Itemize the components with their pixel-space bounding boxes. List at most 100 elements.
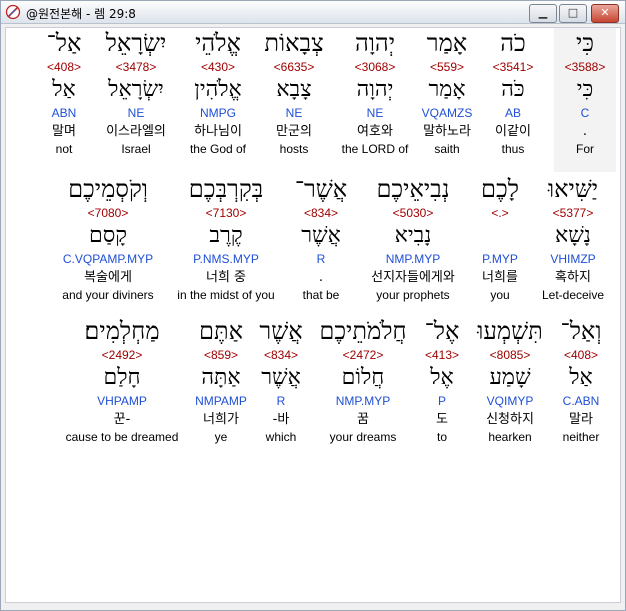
morph-code: NE — [285, 106, 303, 120]
korean-gloss: . — [582, 124, 588, 139]
hebrew-lemma: חָלַם — [103, 365, 141, 390]
english-gloss: the LORD of — [341, 142, 409, 156]
morph-code: C — [580, 106, 590, 120]
hebrew-word: אַל־ — [46, 29, 82, 57]
strong-number[interactable]: <7130> — [166, 204, 286, 222]
strong-number[interactable]: <413> — [410, 346, 474, 364]
strong-number[interactable]: <2472> — [310, 346, 416, 364]
strong-number[interactable]: <8085> — [472, 346, 548, 364]
hebrew-word: אֲשֶׁר־ — [294, 175, 348, 203]
hebrew-lemma: אַתָּה — [201, 365, 241, 390]
hebrew-lemma: אֱלֹהִין — [194, 77, 242, 102]
hebrew-lemma: קָסַם — [88, 223, 128, 248]
morph-code: VHPAMP — [97, 394, 147, 408]
korean-gloss: 너희가 — [203, 412, 239, 427]
strong-number[interactable]: <859> — [186, 346, 256, 364]
word-block-r1-1[interactable]: כִּי <3588> כִּי C . For — [554, 28, 616, 172]
hebrew-lemma: אֲשֶׁר — [261, 365, 301, 390]
morph-code: R — [316, 252, 326, 266]
english-gloss: to — [436, 430, 447, 444]
strong-number[interactable]: <3068> — [332, 58, 418, 76]
strong-number[interactable]: <430> — [178, 58, 258, 76]
hebrew-word: מַחְלְמִים׃ — [84, 317, 160, 345]
strong-number[interactable]: <834> — [248, 346, 314, 364]
title-bar[interactable]: @원전본해 - 렘 29:8 ▁ □ ✕ — [1, 1, 625, 24]
word-block-r2-6[interactable]: וְקֹסְמֵיכֶם <7080> קָסַם C.VQPAMP.MYP 복… — [52, 174, 164, 304]
strong-number[interactable]: <5377> — [530, 204, 616, 222]
korean-gloss: 복술에게 — [84, 270, 132, 285]
hebrew-lemma: אַל — [52, 77, 76, 102]
korean-gloss: 말며 — [52, 124, 76, 139]
morph-code: P — [437, 394, 446, 408]
strong-number[interactable]: <2492> — [58, 346, 186, 364]
english-gloss: the God of — [189, 142, 247, 156]
word-block-r3-1[interactable]: וְאַל־ <408> אַל C.ABN 말라 neither — [546, 316, 616, 446]
hebrew-lemma: כִּי — [576, 77, 594, 102]
english-gloss: your prophets — [376, 288, 450, 302]
minimize-button[interactable]: ▁ — [529, 4, 557, 23]
word-block-r3-6[interactable]: אַתֶּם <859> אַתָּה NMPAMP 너희가 ye — [186, 316, 256, 446]
word-block-r2-1[interactable]: יַשִּׁיאוּ <5377> נָשָׁא VHIMZP 혹하지 Let-… — [530, 174, 616, 304]
word-block-r1-3[interactable]: אָמַר <559> אָמַר VQAMZS 말하노라 saith — [410, 28, 484, 158]
korean-gloss: 혹하지 — [555, 270, 591, 285]
morph-code: P.MYP — [482, 252, 518, 266]
strong-number[interactable]: <6635> — [256, 58, 332, 76]
strong-number[interactable]: <7080> — [52, 204, 164, 222]
morph-code: C.VQPAMP.MYP — [62, 252, 154, 266]
strong-number[interactable]: <5030> — [358, 204, 468, 222]
verse-content-area[interactable]: כִּי <3588> כִּי C . For כֹה <3541> כֹּה… — [5, 27, 621, 603]
word-block-r1-8[interactable]: אַל־ <408> אַל ABN 말며 not — [32, 28, 96, 158]
strong-number[interactable]: <3541> — [478, 58, 548, 76]
hebrew-lemma: אָמַר — [428, 77, 466, 102]
hebrew-lemma — [464, 222, 536, 250]
english-gloss: neither — [562, 430, 600, 444]
hebrew-word: וְאַל־ — [560, 317, 602, 345]
hebrew-lemma: נָבִיא — [394, 223, 432, 248]
strong-number[interactable]: <3478> — [94, 58, 178, 76]
english-gloss: in the midst of you — [177, 288, 275, 302]
word-block-r1-4[interactable]: יְהוָה <3068> יְהוָה NE 여호와 the LORD of — [332, 28, 418, 158]
close-button[interactable]: ✕ — [591, 4, 619, 23]
korean-gloss: 꾼- — [113, 412, 131, 427]
korean-gloss: 이스라엘의 — [106, 124, 166, 139]
word-block-r1-7[interactable]: יִשְׂרָאֵל <3478> יִשְׂרָאֵל NE 이스라엘의 Is… — [94, 28, 178, 158]
word-block-r3-5[interactable]: אֲשֶׁר <834> אֲשֶׁר R -바 which — [248, 316, 314, 446]
strong-number[interactable]: <408> — [546, 346, 616, 364]
morph-code: P.NMS.MYP — [193, 252, 259, 266]
hebrew-lemma: צָבָא — [276, 77, 312, 102]
korean-gloss: 너희를 — [482, 270, 518, 285]
korean-gloss: 만군의 — [276, 124, 312, 139]
korean-gloss: 선지자들에게와 — [371, 270, 455, 285]
word-block-r3-7[interactable]: מַחְלְמִים׃ <2492> חָלַם VHPAMP 꾼- cause… — [58, 316, 186, 446]
morph-code: VQAMZS — [421, 106, 473, 120]
word-block-r1-5[interactable]: צְבָאוֹת <6635> צָבָא NE 만군의 hosts — [256, 28, 332, 158]
english-gloss: Let-deceive — [541, 288, 605, 302]
word-block-r3-3[interactable]: אֶל־ <413> אֶל P 도 to — [410, 316, 474, 446]
morph-code: VHIMZP — [550, 252, 596, 266]
hebrew-word: צְבָאוֹת — [264, 29, 324, 57]
word-block-r3-2[interactable]: תִּשְׁמְעוּ <8085> שָׁמַע VQIMYP 신청하지 he… — [472, 316, 548, 446]
hebrew-lemma: כֹּה — [501, 77, 525, 102]
word-block-r2-2[interactable]: לָכֶם <.> P.MYP 너희를 you — [464, 174, 536, 304]
strong-number[interactable]: <3588> — [554, 58, 616, 76]
word-block-r1-6[interactable]: אֱלֹהֵי <430> אֱלֹהִין NMPG 하나님이 the God… — [178, 28, 258, 158]
strong-number[interactable]: <559> — [410, 58, 484, 76]
word-block-r3-4[interactable]: חֲלֹמֹתֵיכֶם <2472> חֲלוֹם NMP.MYP 꿈 you… — [310, 316, 416, 446]
hebrew-lemma: שָׁמַע — [489, 365, 531, 390]
english-gloss: not — [55, 142, 73, 156]
word-block-r2-5[interactable]: בְּקִרְבְּכֶם <7130> קֶרֶב P.NMS.MYP 너희 … — [166, 174, 286, 304]
hebrew-word: יִשְׂרָאֵל — [105, 29, 167, 57]
korean-gloss: 이같이 — [495, 124, 531, 139]
korean-gloss: 도 — [436, 412, 448, 427]
hebrew-lemma: קֶרֶב — [209, 223, 243, 248]
word-block-r2-4[interactable]: אֲשֶׁר־ <834> אֲשֶׁר R . that be — [286, 174, 356, 304]
hebrew-lemma: אֶל — [430, 365, 454, 390]
strong-number[interactable]: <.> — [464, 204, 536, 222]
word-block-r2-3[interactable]: נְבִיאֵיכֶם <5030> נָבִיא NMP.MYP 선지자들에게… — [358, 174, 468, 304]
english-gloss: saith — [434, 142, 460, 156]
strong-number[interactable]: <834> — [286, 204, 356, 222]
morph-code: AB — [504, 106, 521, 120]
strong-number[interactable]: <408> — [32, 58, 96, 76]
maximize-button[interactable]: □ — [559, 4, 587, 23]
word-block-r1-2[interactable]: כֹה <3541> כֹּה AB 이같이 thus — [478, 28, 548, 158]
